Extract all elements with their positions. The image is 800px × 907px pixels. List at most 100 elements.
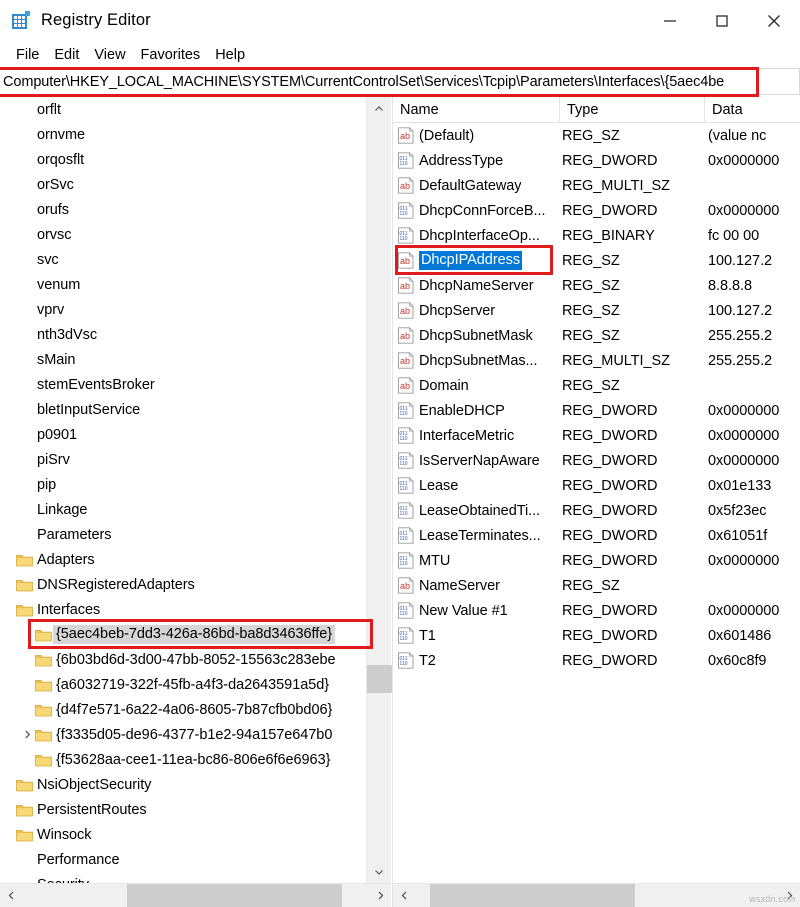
value-row[interactable]: 011110DhcpInterfaceOp...REG_BINARYfc 00 … xyxy=(393,223,800,248)
tree-horizontal-scrollbar[interactable] xyxy=(0,883,391,907)
string-value-icon: ab xyxy=(397,252,415,269)
menu-file[interactable]: File xyxy=(9,47,47,63)
tree-item[interactable]: {d4f7e571-6a22-4a06-8605-7b87cfb0bd06} xyxy=(0,697,366,722)
value-data-cell: 100.127.2 xyxy=(705,253,800,269)
value-row[interactable]: 011110AddressTypeREG_DWORD0x0000000 xyxy=(393,148,800,173)
tree-hscroll-right-button[interactable] xyxy=(369,890,391,901)
value-row[interactable]: 011110New Value #1REG_DWORD0x0000000 xyxy=(393,598,800,623)
tree-item[interactable]: Adapters xyxy=(0,547,366,572)
tree-item[interactable]: svc xyxy=(0,247,366,272)
svg-text:110: 110 xyxy=(400,611,408,617)
tree-item[interactable]: pip xyxy=(0,472,366,497)
column-header-name[interactable]: Name xyxy=(393,97,560,123)
menu-view[interactable]: View xyxy=(87,47,133,63)
value-row[interactable]: abNameServerREG_SZ xyxy=(393,573,800,598)
value-row[interactable]: 011110EnableDHCPREG_DWORD0x0000000 xyxy=(393,398,800,423)
tree-item[interactable]: Winsock xyxy=(0,822,366,847)
tree-item-label: Security xyxy=(37,877,89,884)
expander-collapsed-icon[interactable] xyxy=(19,729,35,740)
value-row[interactable]: 011110MTUREG_DWORD0x0000000 xyxy=(393,548,800,573)
tree-item-selected[interactable]: {5aec4beb-7dd3-426a-86bd-ba8d34636ffe} xyxy=(0,622,366,647)
values-list[interactable]: ab(Default)REG_SZ(value nc011110AddressT… xyxy=(393,123,800,883)
tree-item[interactable]: NsiObjectSecurity xyxy=(0,772,366,797)
value-name-text: DhcpServer xyxy=(419,303,495,319)
tree-scroll-thumb[interactable] xyxy=(367,665,392,693)
column-header-data[interactable]: Data xyxy=(705,97,800,123)
value-row[interactable]: 011110LeaseTerminates...REG_DWORD0x61051… xyxy=(393,523,800,548)
value-row[interactable]: abDhcpNameServerREG_SZ8.8.8.8 xyxy=(393,273,800,298)
value-name-cell: 011110InterfaceMetric xyxy=(393,427,560,444)
value-name-text: AddressType xyxy=(419,153,503,169)
tree-item[interactable]: ornvme xyxy=(0,122,366,147)
tree-item[interactable]: piSrv xyxy=(0,447,366,472)
value-row[interactable]: abDhcpSubnetMas...REG_MULTI_SZ255.255.2 xyxy=(393,348,800,373)
tree-item[interactable]: orufs xyxy=(0,197,366,222)
tree-item[interactable]: {f53628aa-cee1-11ea-bc86-806e6f6e6963} xyxy=(0,747,366,772)
value-row[interactable]: 011110IsServerNapAwareREG_DWORD0x0000000 xyxy=(393,448,800,473)
minimize-button[interactable] xyxy=(644,0,696,42)
values-horizontal-scrollbar[interactable] xyxy=(393,883,800,907)
tree-item[interactable]: {a6032719-322f-45fb-a4f3-da2643591a5d} xyxy=(0,672,366,697)
values-hscroll-left-button[interactable] xyxy=(393,890,415,901)
tree-item[interactable]: orvsc xyxy=(0,222,366,247)
tree-scroll-down-button[interactable] xyxy=(367,860,391,883)
tree-item[interactable]: Parameters xyxy=(0,522,366,547)
tree-hscroll-left-button[interactable] xyxy=(0,890,22,901)
tree-item[interactable]: stemEventsBroker xyxy=(0,372,366,397)
tree-item[interactable]: DNSRegisteredAdapters xyxy=(0,572,366,597)
address-bar[interactable]: Computer\HKEY_LOCAL_MACHINE\SYSTEM\Curre… xyxy=(0,68,800,95)
value-row[interactable]: 011110T2REG_DWORD0x60c8f9 xyxy=(393,648,800,673)
tree-hscroll-track[interactable] xyxy=(22,884,369,907)
value-row[interactable]: 011110LeaseObtainedTi...REG_DWORD0x5f23e… xyxy=(393,498,800,523)
tree-item-label: {f53628aa-cee1-11ea-bc86-806e6f6e6963} xyxy=(56,752,330,768)
value-row[interactable]: 011110LeaseREG_DWORD0x01e133 xyxy=(393,473,800,498)
tree-hscroll-thumb[interactable] xyxy=(127,884,342,907)
binary-value-icon: 011110 xyxy=(397,452,415,469)
value-row[interactable]: abDhcpSubnetMaskREG_SZ255.255.2 xyxy=(393,323,800,348)
tree-item[interactable]: {6b03bd6d-3d00-47bb-8052-15563c283ebe xyxy=(0,647,366,672)
menu-edit[interactable]: Edit xyxy=(47,47,87,63)
values-column-header: Name Type Data xyxy=(393,97,800,123)
value-row[interactable]: ab(Default)REG_SZ(value nc xyxy=(393,123,800,148)
tree-item[interactable]: Interfaces xyxy=(0,597,366,622)
close-button[interactable] xyxy=(748,0,800,42)
tree-item[interactable]: bletInputService xyxy=(0,397,366,422)
tree-item[interactable]: vprv xyxy=(0,297,366,322)
column-header-type[interactable]: Type xyxy=(560,97,705,123)
tree-scroll-up-button[interactable] xyxy=(367,97,391,120)
tree-item-label: ornvme xyxy=(37,127,85,143)
rename-input-tail[interactable] xyxy=(522,251,544,270)
value-row[interactable]: abDhcpServerREG_SZ100.127.2 xyxy=(393,298,800,323)
value-name-cell: 011110EnableDHCP xyxy=(393,402,560,419)
svg-text:ab: ab xyxy=(400,381,410,391)
value-row[interactable]: abDomainREG_SZ xyxy=(393,373,800,398)
tree-item[interactable]: Performance xyxy=(0,847,366,872)
tree-item[interactable]: sMain xyxy=(0,347,366,372)
tree-item[interactable]: orSvc xyxy=(0,172,366,197)
menu-help[interactable]: Help xyxy=(208,47,253,63)
value-type-cell: REG_DWORD xyxy=(560,403,705,419)
tree-item[interactable]: {f3335d05-de96-4377-b1e2-94a157e647b0 xyxy=(0,722,366,747)
tree-item[interactable]: p0901 xyxy=(0,422,366,447)
values-hscroll-track[interactable] xyxy=(415,884,778,907)
tree-item[interactable]: orflt xyxy=(0,97,366,122)
value-row[interactable]: abDefaultGatewayREG_MULTI_SZ xyxy=(393,173,800,198)
tree-item[interactable]: Linkage xyxy=(0,497,366,522)
tree-item[interactable]: venum xyxy=(0,272,366,297)
value-name-cell: abDomain xyxy=(393,377,560,394)
tree-item[interactable]: orqosflt xyxy=(0,147,366,172)
menu-favorites[interactable]: Favorites xyxy=(134,47,209,63)
maximize-button[interactable] xyxy=(696,0,748,42)
value-row[interactable]: 011110DhcpConnForceB...REG_DWORD0x000000… xyxy=(393,198,800,223)
value-name-text: IsServerNapAware xyxy=(419,453,540,469)
tree-item[interactable]: nth3dVsc xyxy=(0,322,366,347)
tree-scroll-track[interactable] xyxy=(367,120,391,860)
value-row[interactable]: 011110T1REG_DWORD0x601486 xyxy=(393,623,800,648)
values-hscroll-thumb[interactable] xyxy=(430,884,635,907)
registry-tree[interactable]: orflt ornvme orqosfltorSvcorufsorvscsvcven… xyxy=(0,97,366,883)
tree-item[interactable]: PersistentRoutes xyxy=(0,797,366,822)
value-row-selected[interactable]: abDhcpIPAddressREG_SZ100.127.2 xyxy=(393,248,800,273)
value-row[interactable]: 011110InterfaceMetricREG_DWORD0x0000000 xyxy=(393,423,800,448)
tree-vertical-scrollbar[interactable] xyxy=(366,97,391,883)
tree-item[interactable]: Security xyxy=(0,872,366,883)
